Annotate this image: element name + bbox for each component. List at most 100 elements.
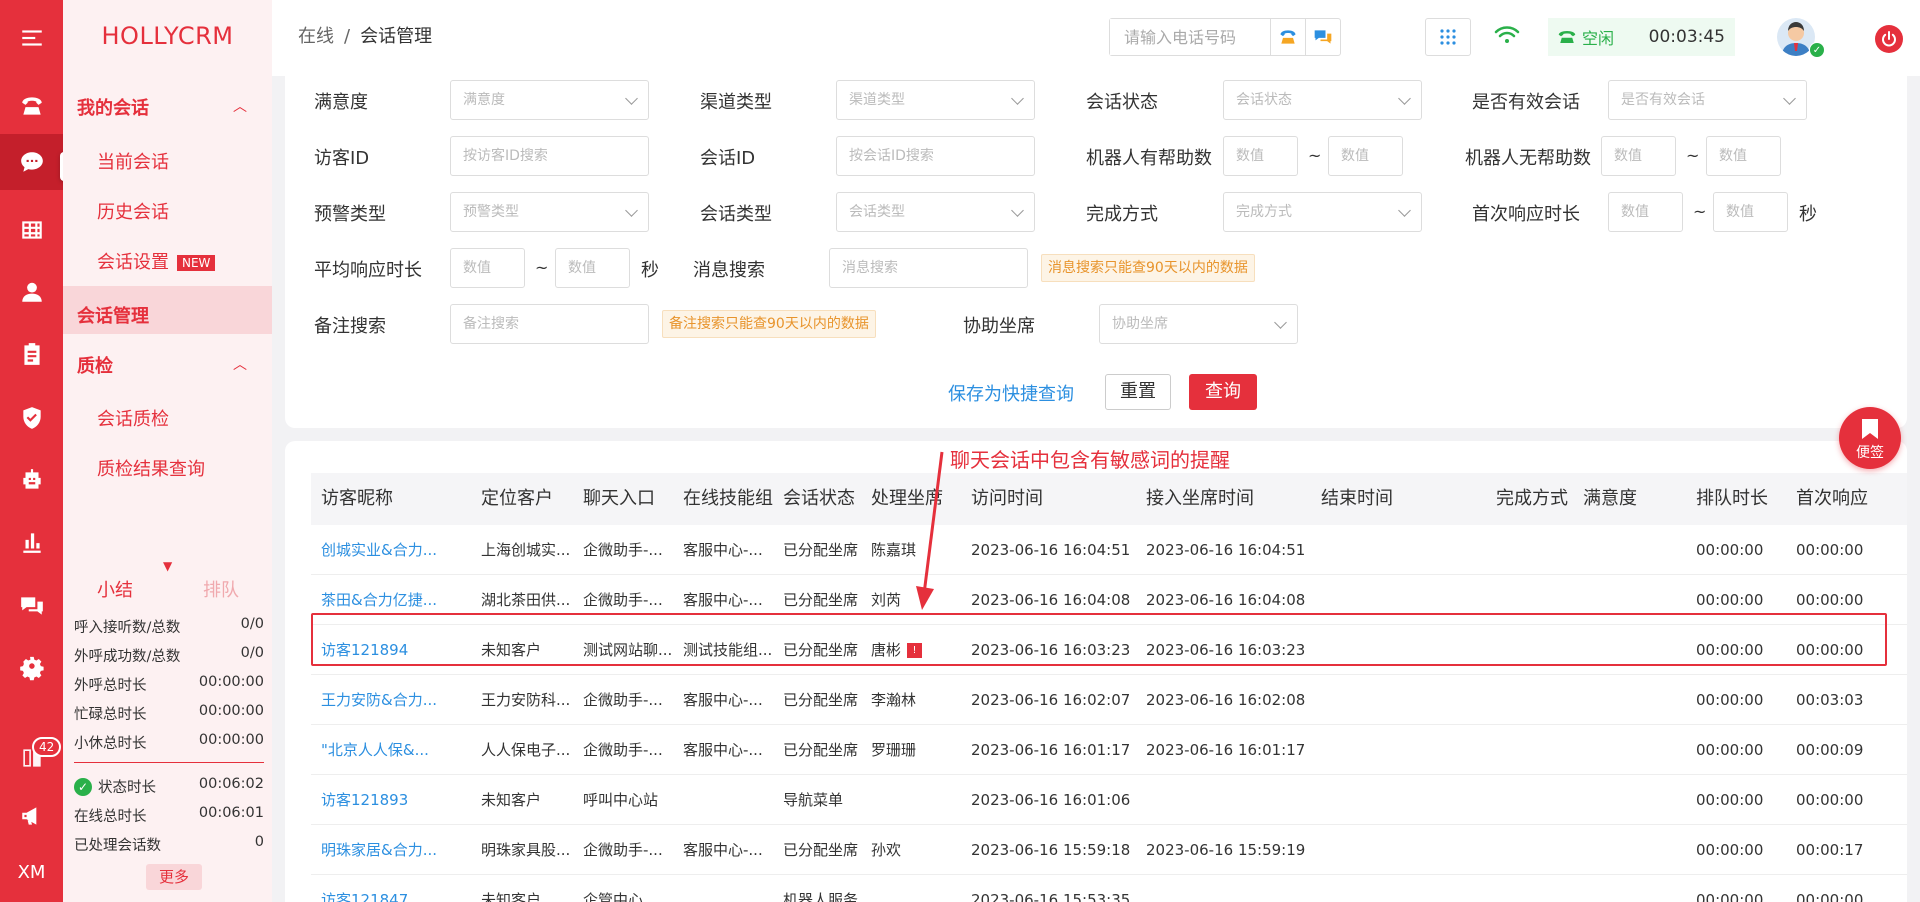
- sidebar-group-qc[interactable]: 质检: [77, 352, 113, 378]
- satisfaction-select[interactable]: 满意度: [450, 80, 649, 120]
- user-initials: XM: [17, 862, 46, 883]
- reset-button[interactable]: 重置: [1105, 374, 1171, 410]
- table-cell-col-visitor[interactable]: "北京人人保&...: [321, 725, 429, 775]
- bot-nohelp-min-input[interactable]: 数值: [1601, 136, 1676, 176]
- chevron-down-icon: [625, 204, 638, 217]
- table-cell-col-accept-time: 2023-06-16 16:04:08: [1146, 591, 1306, 609]
- sidebar-item-history[interactable]: 历史会话: [97, 198, 169, 224]
- query-button[interactable]: 查询: [1189, 374, 1257, 410]
- dial-button[interactable]: [1270, 19, 1305, 55]
- table-cell-col-visitor[interactable]: 明珠家居&合力...: [321, 825, 437, 875]
- first-resp-max-input[interactable]: 数值: [1713, 192, 1788, 232]
- robot-icon[interactable]: [0, 452, 63, 508]
- sidebar-item-qc-result[interactable]: 质检结果查询: [97, 455, 205, 481]
- table-row[interactable]: 创城实业&合力... 上海创城实... 企微助手-... 客服中心-... 已分配坐席陈…: [311, 525, 1907, 575]
- table-cell-col-visitor[interactable]: 王力安防&合力...: [321, 675, 437, 725]
- table-cell-col-visit-time: 2023-06-16 16:03:23: [971, 641, 1131, 659]
- sidebar-item-settings[interactable]: 会话设置 NEW: [97, 248, 216, 274]
- stat-row: 外呼成功数/总数 0/0: [74, 645, 264, 665]
- note-search-input[interactable]: 备注搜索: [450, 304, 649, 344]
- more-button[interactable]: 更多: [146, 864, 202, 890]
- avg-resp-min-input[interactable]: 数值: [450, 248, 525, 288]
- table-cell-col-status: 导航菜单: [783, 791, 844, 809]
- table-cell-col-first-resp: 00:00:00: [1796, 891, 1864, 902]
- table-cell-col-entry: 企微助手-...: [583, 591, 663, 609]
- table-cell-col-visitor[interactable]: 创城实业&合力...: [321, 525, 437, 575]
- table-cell-col-entry: 企管中心_...: [583, 891, 665, 902]
- user-icon[interactable]: [0, 264, 63, 320]
- session-id-input[interactable]: 按会话ID搜索: [836, 136, 1035, 176]
- bar-chart-icon[interactable]: [0, 514, 63, 570]
- save-quick-query-link[interactable]: 保存为快捷查询: [948, 380, 1074, 406]
- table-cell-col-queue: 00:00:00: [1696, 891, 1764, 902]
- breadcrumb-online[interactable]: 在线: [298, 26, 334, 47]
- channel-select[interactable]: 渠道类型: [836, 80, 1035, 120]
- table-icon[interactable]: [0, 202, 63, 258]
- table-row[interactable]: "北京人人保&... 人人保电子... 企微助手-... 客服中心-... 已分配坐席罗…: [311, 725, 1907, 775]
- bot-help-max-input[interactable]: 数值: [1328, 136, 1403, 176]
- menu-icon[interactable]: [0, 10, 63, 66]
- page-scrollbar[interactable]: [1908, 76, 1920, 902]
- message-button[interactable]: [1305, 19, 1340, 55]
- valid-session-select[interactable]: 是否有效会话: [1608, 80, 1807, 120]
- session-type-select[interactable]: 会话类型: [836, 192, 1035, 232]
- table-row[interactable]: 茶田&合力亿捷... 湖北茶田供... 企微助手-... 客服中心-... 已分配坐席刘…: [311, 575, 1907, 625]
- avg-resp-max-input[interactable]: 数值: [555, 248, 630, 288]
- phone-icon[interactable]: [0, 78, 63, 134]
- tab-summary[interactable]: 小结: [97, 576, 133, 602]
- assist-agent-select[interactable]: 协助坐席: [1099, 304, 1298, 344]
- stat-row: 小休总时长 00:00:00: [74, 732, 264, 752]
- table-cell-col-visit-time: 2023-06-16 16:04:51: [971, 541, 1131, 559]
- megaphone-icon[interactable]: [0, 788, 63, 844]
- message-search-input[interactable]: 消息搜索: [829, 248, 1028, 288]
- gear-icon[interactable]: [0, 640, 63, 696]
- sidebar-group-my-sessions[interactable]: 我的会话: [77, 94, 149, 120]
- filter-label: 完成方式: [1086, 204, 1158, 225]
- chevron-down-icon: [625, 92, 638, 105]
- finish-select[interactable]: 完成方式: [1223, 192, 1422, 232]
- session-status-select[interactable]: 会话状态: [1223, 80, 1422, 120]
- phone-input[interactable]: [1110, 19, 1270, 55]
- shield-icon[interactable]: [0, 390, 63, 446]
- visitor-id-input[interactable]: 按访客ID搜索: [450, 136, 649, 176]
- bot-help-min-input[interactable]: 数值: [1223, 136, 1298, 176]
- table-cell-col-visit-time: 2023-06-16 16:02:07: [971, 691, 1131, 709]
- agent-status[interactable]: 空闲 00:03:45: [1548, 18, 1735, 56]
- table-cell-col-first-resp: 00:00:00: [1796, 791, 1864, 809]
- tab-queue[interactable]: 排队: [203, 576, 239, 602]
- sidebar-item-qc[interactable]: 会话质检: [97, 405, 169, 431]
- sidebar-item-current[interactable]: 当前会话: [97, 148, 169, 174]
- note-float-button[interactable]: 便签: [1839, 407, 1901, 469]
- table-cell-col-queue: 00:00:00: [1696, 541, 1764, 559]
- clipboard-icon[interactable]: [0, 326, 63, 382]
- table-row[interactable]: 明珠家居&合力... 明珠家具股... 企微助手-... 客服中心-... 已分配坐席孙…: [311, 825, 1907, 875]
- table-cell-col-visitor[interactable]: 访客121847: [321, 875, 408, 902]
- table-row[interactable]: 王力安防&合力... 王力安防科... 企微助手-... 客服中心-... 已分配坐席李…: [311, 675, 1907, 725]
- table-cell-col-visitor[interactable]: 茶田&合力亿捷...: [321, 575, 437, 625]
- messages-icon[interactable]: [0, 578, 63, 634]
- table-header: 访客昵称 定位客户 聊天入口 在线技能组 会话状态 处理坐席 访问时间 接入坐席时间 结束时间完…: [311, 473, 1907, 525]
- chevron-up-icon[interactable]: ︿: [233, 96, 247, 116]
- chevron-up-icon[interactable]: ︿: [233, 354, 247, 374]
- warning-select[interactable]: 预警类型: [450, 192, 649, 232]
- table-row[interactable]: 访客121894 未知客户 测试网站聊... 测试技能组... 已分配坐席 唐彬! 2023…: [311, 625, 1907, 675]
- table-row[interactable]: 访客121893 未知客户 呼叫中心站 导航菜单 2023-06-16 16:01:06…: [311, 775, 1907, 825]
- power-button[interactable]: [1875, 25, 1903, 53]
- first-resp-min-input[interactable]: 数值: [1608, 192, 1683, 232]
- table-cell-col-visitor[interactable]: 访客121894: [321, 625, 408, 675]
- apps-button[interactable]: [1425, 18, 1471, 56]
- annotation-text: 聊天会话中包含有敏感词的提醒: [950, 448, 1230, 472]
- table-cell-col-queue: 00:00:00: [1696, 691, 1764, 709]
- bot-nohelp-max-input[interactable]: 数值: [1706, 136, 1781, 176]
- table-row[interactable]: 访客121847 未知客户 企管中心_... 机器人服务 2023-06-16 15:5…: [311, 875, 1907, 902]
- table-cell-col-visit-time: 2023-06-16 16:04:08: [971, 591, 1131, 609]
- collapse-arrow-icon[interactable]: ▼: [163, 559, 172, 573]
- table-cell-col-visitor[interactable]: 访客121893: [321, 775, 408, 825]
- chat-icon[interactable]: [0, 134, 63, 190]
- message-search-hint: 消息搜索只能查90天以内的数据: [1041, 254, 1255, 282]
- sensitive-word-icon[interactable]: !: [907, 643, 923, 658]
- sidebar-item-session-manage[interactable]: 会话管理: [77, 302, 149, 328]
- filter-label: 是否有效会话: [1472, 92, 1580, 113]
- apps-grid-icon: [1440, 29, 1456, 45]
- table-cell-col-visit-time: 2023-06-16 16:01:06: [971, 791, 1131, 809]
